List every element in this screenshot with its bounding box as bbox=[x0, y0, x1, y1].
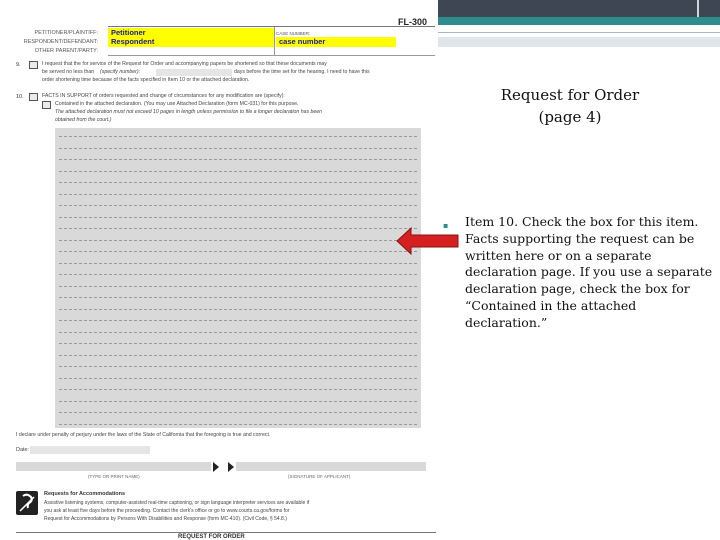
facts-writing-line bbox=[59, 308, 417, 310]
signature-arrow-icon bbox=[213, 462, 219, 472]
slide-topbar-notch bbox=[697, 0, 699, 17]
item9-line1: I request that the for service of the Re… bbox=[42, 61, 327, 67]
facts-writing-line bbox=[59, 170, 417, 172]
accommodations-line3: Request for Accommodations by Persons Wi… bbox=[44, 516, 287, 522]
declaration-text: I declare under penalty of perjury under… bbox=[16, 432, 271, 438]
slide-topbar-teal bbox=[438, 17, 720, 25]
signature-arrow-icon-2 bbox=[228, 462, 234, 472]
facts-writing-line bbox=[59, 285, 417, 287]
bullet-text: Item 10. Check the box for this item. Fa… bbox=[465, 214, 713, 330]
facts-writing-line bbox=[59, 366, 417, 367]
facts-writing-line bbox=[59, 136, 417, 137]
facts-writing-line bbox=[59, 205, 417, 206]
name-caption: (TYPE OR PRINT NAME) bbox=[88, 474, 140, 479]
item10-attached-checkbox[interactable] bbox=[42, 101, 51, 109]
item10-checkbox[interactable] bbox=[29, 93, 38, 101]
footer-rule bbox=[16, 532, 436, 533]
item10-line2: Contained in the attached declaration. (… bbox=[55, 101, 299, 107]
slide-topbar-dark bbox=[438, 0, 720, 17]
case-number-value: case number bbox=[276, 37, 396, 47]
facts-writing-line bbox=[59, 274, 417, 275]
form-page: FL-300 PETITIONER/PLAINTIFF: Petitioner … bbox=[8, 14, 436, 540]
facts-writing-line bbox=[59, 182, 417, 183]
facts-writing-line bbox=[59, 400, 417, 402]
item9-line2b: (specify number): bbox=[100, 69, 141, 75]
item9-line2c: days before the time set for the hearing… bbox=[234, 69, 370, 75]
accessibility-icon bbox=[16, 491, 38, 515]
facts-writing-line bbox=[59, 377, 417, 379]
respondent-label: RESPONDENT/DEFENDANT: bbox=[23, 39, 98, 45]
item9-days-field[interactable] bbox=[156, 69, 232, 76]
other-party-label: OTHER PARENT/PARTY: bbox=[34, 48, 98, 54]
item9-line2a: be served no less than bbox=[42, 69, 95, 75]
facts-writing-line bbox=[59, 251, 417, 252]
printed-name-field[interactable] bbox=[16, 462, 211, 471]
accommodations-line1: Assistive listening systems, computer-as… bbox=[44, 500, 310, 506]
signature-caption: (SIGNATURE OF APPLICANT) bbox=[288, 474, 351, 479]
facts-writing-line bbox=[59, 239, 417, 241]
slide-topbar-line bbox=[438, 32, 720, 33]
header-divider bbox=[274, 27, 275, 55]
slide-title: Request for Order (page 4) bbox=[460, 84, 680, 128]
item9-checkbox[interactable] bbox=[29, 61, 38, 69]
form-top-rule bbox=[108, 26, 435, 27]
facts-writing-line bbox=[59, 228, 417, 229]
respondent-value: Respondent bbox=[108, 37, 274, 47]
item10-line1: FACTS IN SUPPORT of orders requested and… bbox=[42, 93, 285, 99]
facts-writing-line bbox=[59, 216, 417, 218]
case-number-label: CASE NUMBER: bbox=[276, 31, 311, 36]
facts-writing-line bbox=[59, 147, 417, 149]
facts-writing-line bbox=[59, 262, 417, 264]
pointer-arrow-icon bbox=[396, 226, 459, 256]
slide-title-line2: (page 4) bbox=[538, 108, 602, 126]
facts-text-area[interactable] bbox=[55, 128, 421, 428]
accommodations-title: Requests for Accommodations bbox=[44, 491, 126, 497]
item10-number: 10. bbox=[16, 94, 24, 100]
item10-line4: obtained from the court.) bbox=[55, 117, 112, 123]
facts-writing-line bbox=[59, 343, 417, 344]
facts-writing-line bbox=[59, 423, 417, 425]
item10-line3: The attached declaration must not exceed… bbox=[55, 109, 323, 115]
facts-writing-line bbox=[59, 297, 417, 298]
facts-writing-line bbox=[59, 389, 417, 390]
slide-title-line1: Request for Order bbox=[500, 86, 640, 104]
petitioner-label: PETITIONER/PLAINTIFF: bbox=[34, 30, 98, 36]
item9-line3: order shortening time because of the fac… bbox=[42, 77, 250, 83]
slide-topbar-light bbox=[438, 37, 720, 47]
accommodations-line2: you ask at least five days before the pr… bbox=[44, 508, 290, 514]
facts-writing-line bbox=[59, 354, 417, 356]
signature-field[interactable] bbox=[236, 462, 426, 471]
facts-writing-line bbox=[59, 159, 417, 160]
facts-writing-line bbox=[59, 331, 417, 333]
footer-title: REQUEST FOR ORDER bbox=[178, 534, 245, 540]
header-bottom-rule bbox=[108, 55, 435, 56]
facts-writing-line bbox=[59, 412, 417, 413]
item9-number: 9. bbox=[16, 62, 21, 68]
facts-writing-line bbox=[59, 193, 417, 195]
date-label: Date: bbox=[16, 447, 30, 453]
facts-writing-line bbox=[59, 320, 417, 321]
date-field[interactable] bbox=[30, 446, 150, 454]
